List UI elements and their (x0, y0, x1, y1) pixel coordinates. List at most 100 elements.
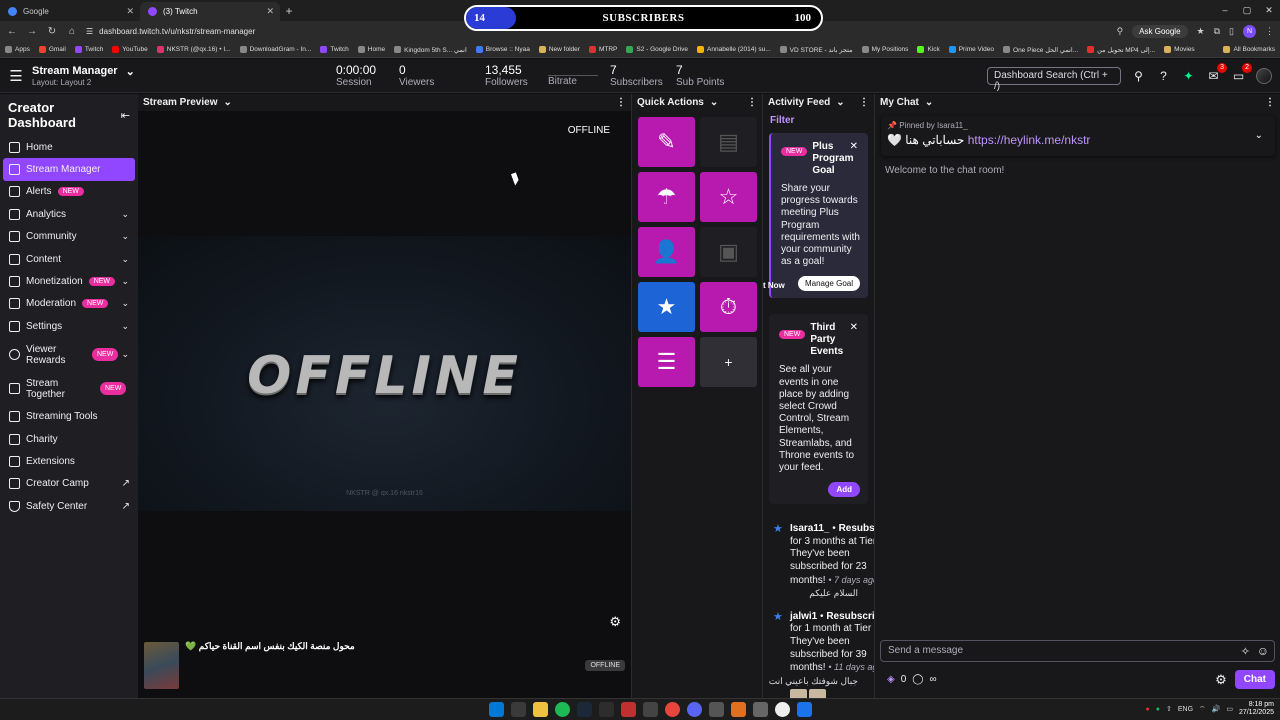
bookmark-item[interactable]: MTRP (588, 46, 617, 53)
inbox-icon[interactable]: ✉ 3 (1206, 63, 1227, 83)
bookmark-item[interactable]: Browse :: Nyaa (475, 46, 530, 53)
maximize-icon[interactable]: ▢ (1236, 0, 1258, 20)
emote-picker-icon[interactable]: ☺ (1257, 644, 1269, 658)
more-options-icon[interactable]: ⋮ (616, 97, 626, 108)
tray-icon[interactable]: ⇧ (1166, 705, 1172, 713)
app-icon[interactable] (709, 702, 724, 717)
bookmark-item[interactable]: Prime Video (948, 46, 994, 53)
bookmark-item[interactable]: Twitch (74, 46, 103, 53)
filter-button[interactable]: Filter (763, 111, 874, 130)
tray-icon[interactable]: ● (1146, 706, 1150, 713)
sidebar-item-stream-manager[interactable]: Stream Manager (3, 158, 135, 181)
stream-preview-player[interactable]: OFFLINE OFFLINE NKSTR @ qx.16 nkstr16 ⚙ (138, 111, 631, 636)
bookmark-item[interactable]: Apps (5, 46, 30, 53)
bookmark-item[interactable]: Kingdom 5th S... انمي (394, 46, 467, 54)
discord-icon[interactable] (687, 702, 702, 717)
featured-button[interactable]: ★ (638, 282, 695, 332)
bookmark-item[interactable]: NKSTR (@qx.16) • I... (156, 46, 231, 53)
pinned-link[interactable]: https://heylink.me/nkstr (968, 133, 1091, 147)
run-ad-button[interactable]: ▣ (700, 227, 757, 277)
bookmark-item[interactable]: S2 - Google Drive (626, 46, 688, 53)
search-icon[interactable]: ⚲ (1131, 69, 1146, 83)
system-clock[interactable]: 8:18 pm 27/12/2025 (1239, 701, 1274, 717)
bookmark-item[interactable]: Movies (1164, 46, 1195, 53)
user-avatar[interactable] (1256, 68, 1272, 84)
battery-icon[interactable]: ▭ (1226, 705, 1233, 713)
menu-icon[interactable]: ☰ (0, 67, 32, 85)
add-events-button[interactable]: Add (828, 482, 860, 498)
sidebar-item-analytics[interactable]: Analytics ⌄ (0, 203, 138, 225)
steam-icon[interactable] (577, 702, 592, 717)
close-icon[interactable]: ✕ (850, 141, 858, 152)
sidebar-item-viewer-rewards[interactable]: Viewer Rewards NEW ⌄ (0, 338, 138, 372)
new-tab-button[interactable]: + (280, 2, 298, 21)
notifications-icon[interactable]: ▭ 2 (1231, 63, 1252, 83)
more-options-icon[interactable]: ⋮ (859, 97, 869, 108)
clock-app-icon[interactable] (775, 702, 790, 717)
promote-button[interactable]: ☆ (700, 172, 757, 222)
file-explorer-icon[interactable] (533, 702, 548, 717)
ask-google-button[interactable]: Ask Google (1132, 25, 1188, 38)
chat-message-input[interactable]: Send a message ✧ ☺ (880, 640, 1275, 662)
sidebar-item-settings[interactable]: Settings ⌄ (0, 315, 138, 337)
all-bookmarks-folder[interactable]: All Bookmarks (1223, 46, 1275, 53)
chat-send-button[interactable]: Chat (1234, 670, 1275, 689)
bookmark-item[interactable]: New folder (538, 46, 580, 53)
chevron-down-icon[interactable]: ⌄ (710, 97, 718, 108)
sidebar-item-charity[interactable]: Charity (0, 428, 138, 450)
sidebar-item-moderation[interactable]: Moderation NEW ⌄ (0, 293, 138, 315)
collapse-sidebar-icon[interactable]: ⇤ (121, 109, 130, 122)
edit-stream-info-button[interactable]: ✎ (638, 117, 695, 167)
sidebar-item-monetization[interactable]: Monetization NEW ⌄ (0, 270, 138, 292)
sidebar-item-alerts[interactable]: Alerts NEW (0, 181, 138, 203)
chevron-down-icon[interactable]: ⌄ (925, 97, 933, 108)
chevron-down-icon[interactable]: ⌄ (1255, 130, 1263, 141)
bookmark-item[interactable]: VD STORE - متجر باند (779, 46, 853, 54)
bookmark-item[interactable]: YouTube (112, 46, 148, 53)
profile-avatar[interactable]: N (1243, 25, 1256, 38)
terminal-icon[interactable] (599, 702, 614, 717)
activity-event[interactable]: ★ jalwi1 • Resubscrib for 1 month at Tie… (763, 606, 874, 698)
windows-start-icon[interactable] (489, 702, 504, 717)
close-tab-icon[interactable]: ✕ (126, 6, 134, 17)
forward-icon[interactable]: → (26, 26, 38, 37)
help-icon[interactable]: ? (1156, 69, 1171, 83)
site-info-icon[interactable]: ☰ (86, 27, 93, 36)
back-icon[interactable]: ← (6, 26, 18, 37)
bookmark-item[interactable]: My Positions (861, 46, 908, 53)
sidebar-item-content[interactable]: Content ⌄ (0, 248, 138, 270)
reload-icon[interactable]: ↻ (46, 26, 58, 37)
raid-channel-button[interactable]: ☂ (638, 172, 695, 222)
add-guest-button[interactable]: 👤 (638, 227, 695, 277)
chrome-icon[interactable] (665, 702, 680, 717)
bookmark-item[interactable]: تحويل من MP4 إلى... (1087, 46, 1155, 54)
dashboard-search-input[interactable]: Dashboard Search (Ctrl + /) (987, 67, 1121, 92)
home-icon[interactable]: ⌂ (66, 26, 78, 37)
browser-tab-twitch[interactable]: (3) Twitch ✕ (140, 2, 280, 21)
bookmark-item[interactable]: DownloadGram - In... (239, 46, 311, 53)
more-options-icon[interactable]: ⋮ (1265, 97, 1275, 108)
category-box-art[interactable] (144, 642, 179, 689)
minimize-icon[interactable]: – (1214, 0, 1236, 20)
creator-tools-icon[interactable]: ✦ (1181, 69, 1196, 83)
chevron-down-icon[interactable]: ⌄ (224, 97, 232, 108)
tray-icon[interactable]: ● (1156, 706, 1160, 713)
zoom-icon[interactable]: ⚲ (1117, 26, 1124, 37)
layout-selector[interactable]: Stream Manager ⌄ Layout: Layout 2 (32, 65, 332, 87)
player-settings-icon[interactable]: ⚙ (609, 614, 621, 630)
search-icon[interactable] (511, 702, 526, 717)
wifi-icon[interactable]: ⌔ (1199, 705, 1206, 714)
spotify-icon[interactable] (555, 702, 570, 717)
bookmark-item[interactable]: Home (357, 46, 385, 53)
bits-gem-icon[interactable]: ◈ (887, 674, 895, 685)
more-options-icon[interactable]: ⋮ (747, 97, 757, 108)
sidebar-item-home[interactable]: Home (0, 136, 138, 158)
app-icon[interactable] (643, 702, 658, 717)
sidebar-icon[interactable]: ▯ (1229, 26, 1234, 37)
sidebar-item-stream-together[interactable]: Stream Together NEW (0, 372, 138, 406)
layout-toggle-button[interactable]: ☰ (638, 337, 695, 387)
add-quick-action-button[interactable]: + (700, 337, 757, 387)
app-icon[interactable] (797, 702, 812, 717)
manage-goal-button[interactable]: Manage Goal (797, 276, 860, 292)
close-icon[interactable]: ✕ (850, 322, 858, 333)
